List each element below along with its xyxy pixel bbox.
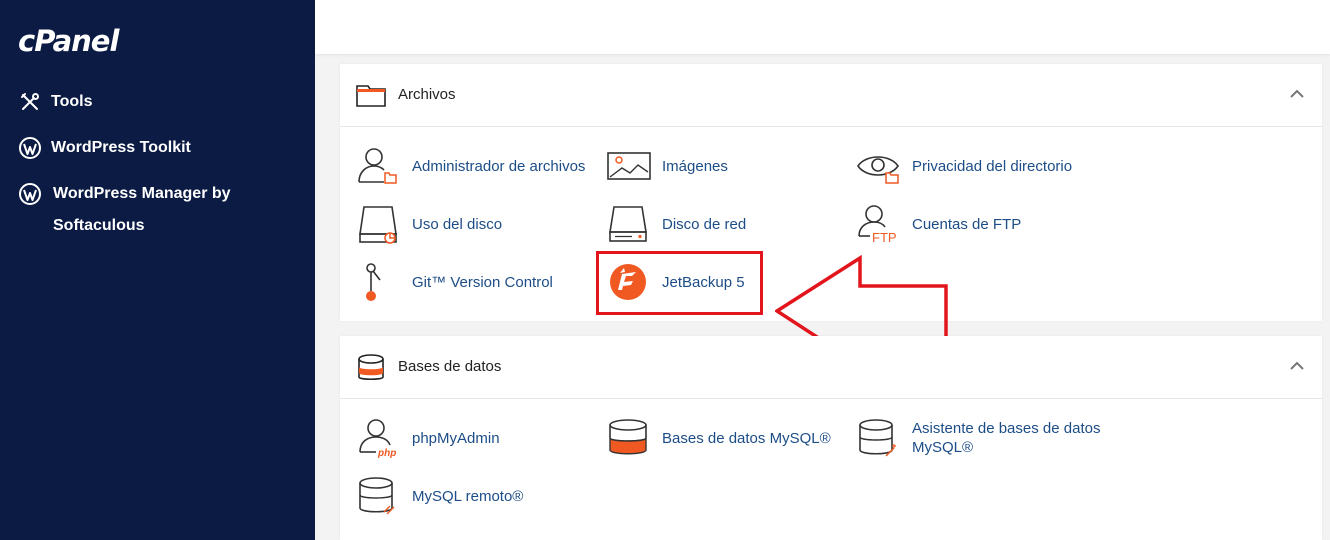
remote-mysql-label: MySQL remoto® [412, 487, 524, 505]
disk-usage-link[interactable]: Uso del disco [356, 204, 502, 244]
chevron-up-icon[interactable] [1290, 361, 1304, 371]
phpmyadmin-icon: php [359, 419, 396, 458]
remote-mysql-icon [359, 477, 395, 515]
top-bar [315, 0, 1330, 54]
git-icon [366, 263, 381, 301]
file-manager-icon [358, 148, 397, 184]
network-disk-link[interactable]: Disco de red [606, 204, 746, 244]
highlight-box [596, 251, 763, 315]
disk-usage-icon [359, 206, 397, 244]
images-icon [607, 152, 651, 180]
file-manager-link[interactable]: Administrador de archivos [356, 146, 585, 186]
ftp-accounts-link[interactable]: FTP Cuentas de FTP [856, 204, 1021, 244]
ftp-badge: FTP [872, 230, 897, 244]
disk-usage-label: Uso del disco [412, 215, 503, 233]
database-icon [358, 354, 384, 381]
sidebar-item-label: Tools [51, 93, 93, 110]
cpanel-logo[interactable]: cPanel [18, 24, 119, 58]
mysql-wizard-icon [859, 419, 896, 457]
directory-privacy-icon [857, 156, 899, 184]
images-link[interactable]: Imágenes [606, 146, 728, 186]
folder-icon [356, 85, 386, 107]
tools-icon [21, 93, 39, 110]
mysql-wizard-label: Asistente de bases de datos MySQL® [912, 420, 1101, 456]
sidebar-item-wordpress-toolkit[interactable]: WordPress Toolkit [19, 132, 191, 164]
php-badge: php [377, 448, 396, 458]
sidebar-item-label: WordPress Toolkit [51, 139, 191, 156]
sidebar-item-tools[interactable]: Tools [19, 86, 92, 118]
ftp-accounts-icon: FTP [858, 205, 897, 244]
mysql-databases-icon [609, 419, 647, 455]
network-disk-label: Disco de red [662, 215, 747, 233]
directory-privacy-link[interactable]: Privacidad del directorio [856, 146, 1072, 186]
phpmyadmin-link[interactable]: php phpMyAdmin [356, 418, 500, 458]
images-label: Imágenes [662, 157, 728, 175]
phpmyadmin-label: phpMyAdmin [412, 429, 500, 447]
chevron-up-icon[interactable] [1290, 89, 1304, 99]
wordpress-icon [19, 137, 41, 159]
mysql-databases-label: Bases de datos MySQL® [662, 429, 831, 447]
wordpress-icon [19, 183, 41, 205]
sidebar: cPanel Tools WordPress Toolkit WordPress… [0, 0, 315, 540]
network-disk-icon [609, 206, 647, 242]
remote-mysql-link[interactable]: MySQL remoto® [356, 476, 523, 516]
databases-panel-title: Bases de datos [398, 358, 502, 375]
sidebar-item-label: WordPress Manager by Softaculous [53, 185, 231, 234]
directory-privacy-label: Privacidad del directorio [912, 157, 1073, 175]
mysql-databases-link[interactable]: Bases de datos MySQL® [606, 418, 831, 458]
sidebar-item-wordpress-manager[interactable]: WordPress Manager by Softaculous [19, 178, 259, 242]
git-version-control-link[interactable]: Git™ Version Control [356, 262, 553, 302]
databases-panel-header[interactable]: Bases de datos [340, 336, 1322, 399]
ftp-accounts-label: Cuentas de FTP [912, 215, 1022, 233]
file-manager-label: Administrador de archivos [412, 157, 586, 175]
git-label: Git™ Version Control [412, 273, 553, 291]
mysql-wizard-link[interactable]: Asistente de bases de datos MySQL® [856, 418, 1112, 458]
files-panel-title: Archivos [398, 86, 456, 103]
files-panel-header[interactable]: Archivos [340, 64, 1322, 127]
